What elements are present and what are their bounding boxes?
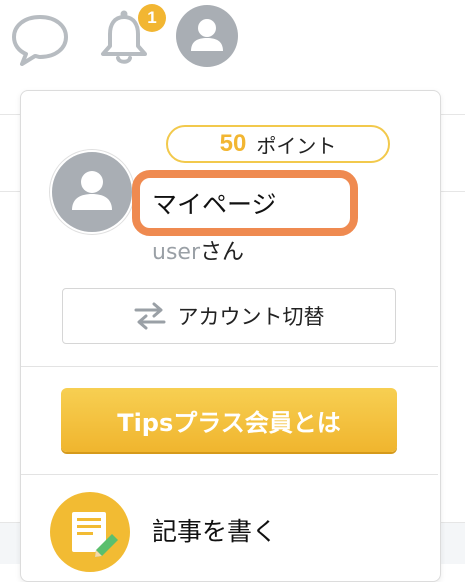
points-value: 50 xyxy=(219,130,247,157)
chat-bubble-icon[interactable] xyxy=(10,12,70,68)
menu-divider xyxy=(21,474,438,475)
username-suffix: さん xyxy=(200,240,245,265)
menu-user-avatar[interactable] xyxy=(50,150,134,234)
points-unit: ポイント xyxy=(256,133,337,158)
person-icon xyxy=(72,171,112,210)
points-badge[interactable]: 50 ポイント xyxy=(166,125,390,163)
premium-info-button[interactable]: Tipsプラス会員とは xyxy=(61,388,397,452)
write-article-icon[interactable] xyxy=(50,492,130,572)
premium-label: Tipsプラス会員とは xyxy=(117,408,341,437)
mypage-label: マイページ xyxy=(152,190,277,219)
username-text: userさん xyxy=(152,234,244,266)
menu-divider xyxy=(21,366,438,367)
mypage-link[interactable]: マイページ xyxy=(132,170,358,236)
switch-account-label: アカウント切替 xyxy=(177,305,325,329)
username: user xyxy=(152,240,200,265)
write-article-label[interactable]: 記事を書く xyxy=(152,512,277,548)
switch-account-button[interactable]: アカウント切替 xyxy=(62,288,396,344)
document-pencil-icon xyxy=(72,512,118,557)
user-avatar[interactable] xyxy=(176,5,238,67)
notification-badge: 1 xyxy=(138,4,166,32)
person-icon xyxy=(191,19,223,51)
swap-arrows-icon xyxy=(134,302,165,330)
